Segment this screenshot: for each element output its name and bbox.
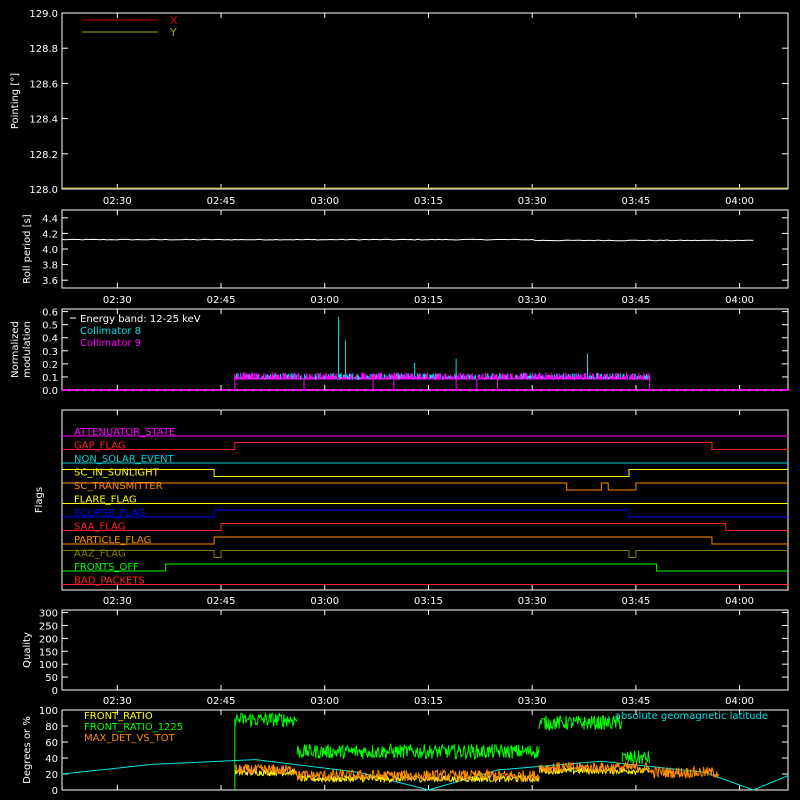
pointing-panel: 02:30 02:45 03:00 03:15 03:30 03:45 04:00 128.0… [10,9,789,207]
x-tick-label: 03:00 [310,295,339,306]
panel-frame [61,12,789,190]
flag-trace [62,509,788,518]
x-tick-label: 03:30 [518,295,547,306]
legend-label: Collimator 9 [80,338,141,349]
y-tick-label: 0 [52,786,58,797]
y-tick-label: 100 [39,706,58,717]
quality-panel: 02:30 02:45 03:00 03:15 03:30 03:45 04:00 0 50 10… [22,609,789,707]
x-tick-label: 02:30 [103,596,132,607]
roll-period-line [61,238,754,242]
x-tick-label: 03:45 [621,196,650,207]
x-tick-label: 02:30 [103,295,132,306]
y-axis-label: Pointing [°] [10,73,21,129]
ratio-panel: 0 20 40 60 80 100 Degrees or % FRONT_RATIOFRONT… [22,706,789,797]
modulation-panel: 0.0 0.1 0.2 0.3 0.4 0.5 0.6 Normalized modulatio… [10,308,789,397]
x-tick-label: 03:30 [518,596,547,607]
y-tick-label: 300 [39,609,58,620]
panel-frame [61,609,789,691]
y-tick-label: 4.2 [42,229,58,240]
y-tick-label: 0.0 [42,386,58,397]
legend-label: Energy band: 12-25 keV [80,314,201,325]
x-tick-label: 03:45 [621,295,650,306]
y-tick-label: 3.8 [42,261,58,272]
y-axis-label: Normalized [10,321,21,378]
y-tick-label: 128.2 [29,150,58,161]
x-tick-label: 03:30 [518,196,547,207]
x-tick-label: 02:45 [207,696,236,707]
y-tick-label: 0.1 [42,373,58,384]
x-tick-label: 04:00 [725,696,754,707]
flags-panel: 02:30 02:45 03:00 03:15 03:30 03:45 04:00 Flags… [34,409,789,607]
x-tick-label: 03:30 [518,696,547,707]
y-tick-label: 4.4 [42,214,58,225]
x-tick-label: 02:45 [207,596,236,607]
qa-plots: 02:30 02:45 03:00 03:15 03:30 03:45 04:00 128.0… [10,9,789,797]
y-tick-label: 0.6 [42,308,58,319]
legend-label: Y [169,26,177,39]
flag-trace [62,442,788,450]
x-tick-label: 02:45 [207,196,236,207]
y-tick-label: 100 [39,660,58,671]
y-tick-label: 129.0 [29,9,58,20]
y-axis-label: Degrees or % [22,716,33,784]
legend-label: FRONT_RATIO [84,711,153,722]
x-tick-label: 03:00 [310,196,339,207]
y-tick-label: 4.0 [42,245,58,256]
collimator9-trace [234,372,650,381]
x-tick-label: 03:15 [414,295,443,306]
y-tick-label: 20 [45,770,58,781]
x-tick-label: 04:00 [725,196,754,207]
y-tick-label: 80 [45,722,58,733]
y-tick-label: 128.4 [29,115,58,126]
x-tick-label: 03:00 [310,696,339,707]
y-axis-label: Flags [34,487,45,513]
y-axis-label: modulation [22,321,33,378]
y-tick-label: 3.6 [42,276,58,287]
x-tick-label: 03:15 [414,196,443,207]
y-tick-label: 0.3 [42,347,58,358]
flag-trace [62,563,788,572]
x-tick-label: 03:45 [621,696,650,707]
y-tick-label: 128.8 [29,44,58,55]
x-tick-label: 04:00 [725,596,754,607]
y-tick-label: 250 [39,621,58,632]
y-tick-label: 128.6 [29,79,58,90]
x-tick-label: 03:45 [621,596,650,607]
y-axis-label: Roll period [s] [22,214,33,283]
legend-label: FRONT_RATIO_1225 [84,722,183,733]
x-tick-label: 03:00 [310,596,339,607]
legend-label: absolute geomagnetic latitude [615,711,768,722]
x-tick-label: 02:30 [103,696,132,707]
legend-label: MAX_DET_VS_TOT [84,733,176,744]
y-tick-label: 50 [45,673,58,684]
y-axis-label: Quality [22,632,33,668]
y-tick-label: 200 [39,634,58,645]
flag-trace [62,482,788,491]
y-tick-label: 0.4 [42,334,58,345]
x-tick-label: 02:45 [207,295,236,306]
y-tick-label: 150 [39,647,58,658]
x-tick-label: 02:30 [103,196,132,207]
flag-trace [62,550,788,558]
y-tick-label: 0.5 [42,321,58,332]
y-tick-label: 0.2 [42,360,58,371]
flag-trace [62,469,788,477]
y-tick-label: 128.0 [29,185,58,196]
front-ratio-1225-line [234,711,651,765]
flag-trace [62,536,788,545]
legend-label: Collimator 8 [80,326,141,337]
roll-period-panel: 02:30 02:45 03:00 03:15 03:30 03:45 04:00 3.6 3.… [22,209,789,306]
y-tick-label: 0 [52,686,58,697]
y-tick-label: 60 [45,738,58,749]
x-tick-label: 03:15 [414,696,443,707]
x-tick-label: 04:00 [725,295,754,306]
flag-trace [62,523,788,531]
y-tick-label: 40 [45,754,58,765]
panel-frame [61,209,789,289]
x-tick-label: 03:15 [414,596,443,607]
